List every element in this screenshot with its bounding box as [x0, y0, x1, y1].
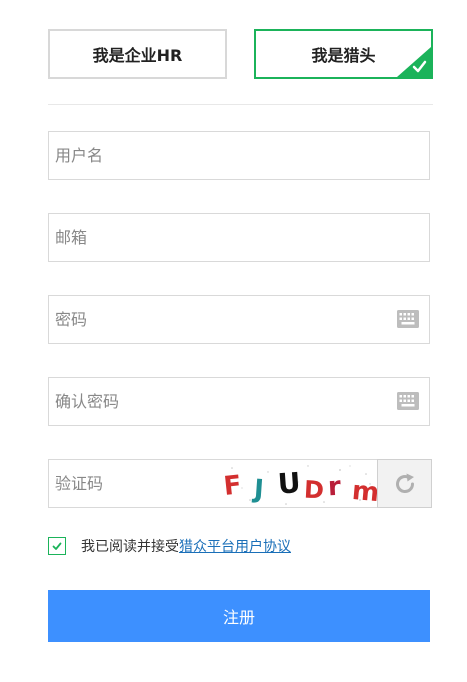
- email-input[interactable]: [55, 214, 375, 261]
- confirm-password-input[interactable]: [55, 378, 375, 425]
- svg-text:U: U: [277, 466, 302, 501]
- role-hr-button[interactable]: 我是企业HR: [48, 29, 227, 79]
- role-hr-label: 我是企业HR: [92, 46, 183, 65]
- role-hunter-button[interactable]: 我是猎头: [254, 29, 433, 79]
- svg-text:F: F: [222, 470, 243, 502]
- email-field[interactable]: [48, 213, 430, 262]
- captcha-field[interactable]: [48, 459, 221, 508]
- check-icon: [52, 542, 62, 550]
- svg-text:D: D: [303, 475, 324, 504]
- svg-text:m: m: [351, 476, 378, 508]
- agreement-text: 我已阅读并接受: [81, 539, 179, 555]
- password-field[interactable]: [48, 295, 430, 344]
- role-hunter-label: 我是猎头: [311, 46, 376, 65]
- confirm-password-field[interactable]: [48, 377, 430, 426]
- agreement-row: 我已阅读并接受 猎众平台用户协议: [48, 535, 291, 557]
- agreement-checkbox[interactable]: [48, 537, 66, 555]
- refresh-captcha-button[interactable]: [377, 459, 432, 508]
- agreement-link[interactable]: 猎众平台用户协议: [179, 536, 291, 556]
- captcha-graphic: F J U D r m: [222, 465, 378, 508]
- svg-text:J: J: [251, 474, 265, 505]
- captcha-image[interactable]: F J U D r m: [220, 459, 378, 508]
- refresh-icon: [395, 473, 414, 493]
- username-field[interactable]: [48, 131, 430, 180]
- register-button[interactable]: 注册: [48, 590, 430, 642]
- keyboard-icon[interactable]: [397, 392, 419, 410]
- selected-check-icon: [397, 47, 431, 77]
- username-input[interactable]: [55, 132, 375, 179]
- svg-text:r: r: [327, 472, 342, 503]
- captcha-input[interactable]: [55, 460, 215, 507]
- keyboard-icon[interactable]: [397, 310, 419, 328]
- password-input[interactable]: [55, 296, 375, 343]
- divider: [48, 104, 433, 105]
